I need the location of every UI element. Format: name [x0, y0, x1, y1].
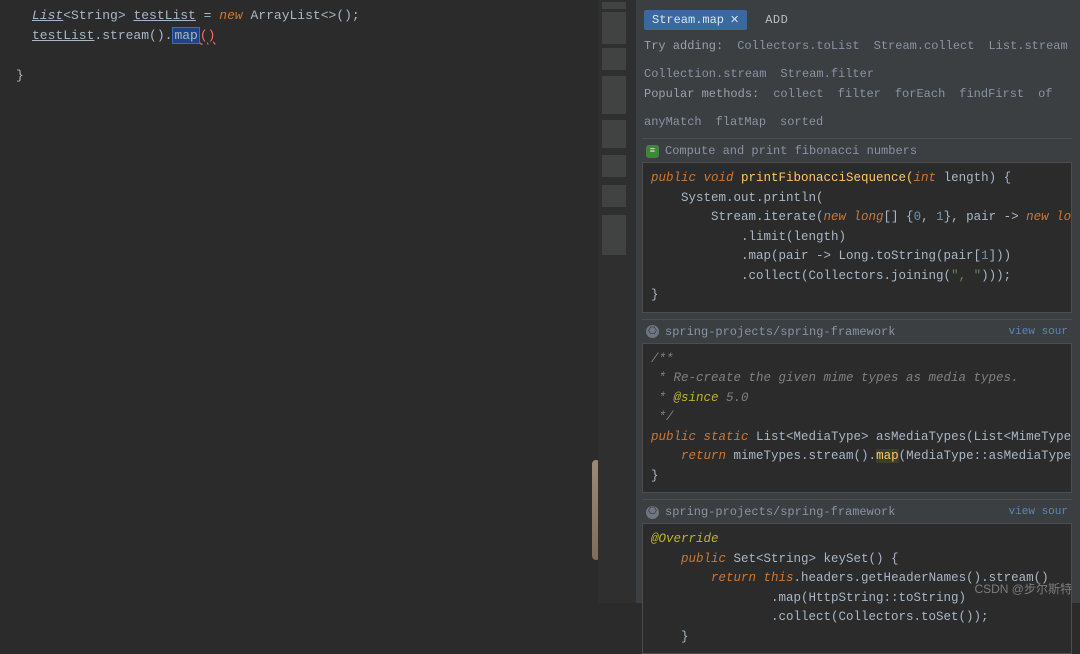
suggestion-item[interactable]: forEach [895, 87, 945, 101]
snippet-code[interactable]: public void printFibonacciSequence(int l… [642, 162, 1072, 313]
suggestion-item[interactable]: List.stream [988, 39, 1067, 53]
suggestion-item[interactable]: collect [773, 87, 823, 101]
snippet-block: ≡ Compute and print fibonacci numbers pu… [642, 138, 1072, 313]
suggestion-item[interactable]: sorted [780, 115, 823, 129]
suggestion-item[interactable]: Stream.filter [780, 67, 874, 81]
stream-map-chip[interactable]: Stream.map ✕ [644, 10, 747, 30]
code-editor[interactable]: List<String> testList = new ArrayList<>(… [0, 0, 598, 603]
github-icon: ⎔ [646, 325, 659, 338]
popular-methods-row: Popular methods: collect filter forEach … [636, 84, 1080, 132]
add-button[interactable]: ADD [765, 13, 788, 27]
snippet-block: ⎔ spring-projects/spring-framework view … [642, 319, 1072, 494]
snippet-block: ⎔ spring-projects/spring-framework view … [642, 499, 1072, 654]
cursor-selection: map [172, 27, 199, 44]
suggestion-item[interactable]: findFirst [959, 87, 1024, 101]
github-icon: ⎔ [646, 506, 659, 519]
suggestion-item[interactable]: filter [838, 87, 881, 101]
close-icon[interactable]: ✕ [730, 13, 739, 27]
code-line: } [8, 66, 598, 86]
suggestion-item[interactable]: flatMap [716, 115, 766, 129]
suggestion-item[interactable]: Stream.collect [874, 39, 975, 53]
example-icon: ≡ [646, 145, 659, 158]
code-line[interactable]: testList.stream().map() [8, 26, 598, 46]
snippet-header: ≡ Compute and print fibonacci numbers [642, 139, 1072, 162]
suggestion-item[interactable]: anyMatch [644, 115, 702, 129]
snippet-header: ⎔ spring-projects/spring-framework view … [642, 320, 1072, 343]
view-source-link[interactable]: view sour [1009, 326, 1068, 338]
view-source-link[interactable]: view sour [1009, 506, 1068, 518]
suggestion-item[interactable]: Collectors.toList [737, 39, 859, 53]
tag-bar: Stream.map ✕ ADD [636, 6, 1080, 36]
watermark: CSDN @步尔斯特 [974, 580, 1072, 597]
suggestion-item[interactable]: of [1038, 87, 1052, 101]
minimap[interactable] [598, 0, 636, 603]
try-adding-row: Try adding: Collectors.toList Stream.col… [636, 36, 1080, 84]
code-line[interactable]: List<String> testList = new ArrayList<>(… [8, 6, 598, 26]
suggestions-panel: Stream.map ✕ ADD Try adding: Collectors.… [636, 0, 1080, 603]
snippet-code[interactable]: /** * Re-create the given mime types as … [642, 343, 1072, 494]
snippet-header: ⎔ spring-projects/spring-framework view … [642, 500, 1072, 523]
code-line [8, 46, 598, 66]
suggestion-item[interactable]: Collection.stream [644, 67, 766, 81]
